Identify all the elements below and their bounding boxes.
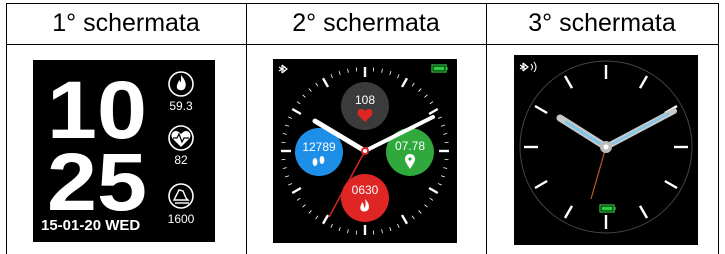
minute-tick (302, 94, 306, 98)
distance-value: 07.78 (395, 139, 425, 153)
hour-tick (428, 107, 439, 116)
minute-tick (418, 210, 422, 214)
minute-tick (381, 68, 383, 73)
battery-icon (599, 204, 616, 213)
heart-rate-icon (168, 125, 194, 151)
minute-tick (338, 70, 341, 76)
minute-tick (411, 82, 415, 87)
table-header-divider (6, 44, 718, 45)
minute-tick (284, 175, 290, 178)
calories-value: 0630 (352, 183, 379, 197)
heart-rate-value: 108 (355, 93, 375, 107)
date-label: 15-01-20 WED (41, 217, 140, 234)
minute-tick (308, 88, 312, 92)
minute-tick (381, 229, 383, 234)
minute-tick (411, 215, 415, 220)
minute-tick (429, 197, 434, 201)
heart-rate-value: 82 (174, 153, 188, 167)
heart-rate-complication: 108 (341, 82, 389, 130)
hour-tick (563, 205, 574, 219)
minute-tick (347, 68, 349, 73)
minute-tick (440, 124, 446, 127)
hour-tick (321, 214, 330, 225)
minute-tick (338, 226, 341, 232)
steps-value: 12789 (302, 140, 336, 154)
hour-tick (321, 77, 330, 88)
minute-tick (296, 101, 301, 105)
watch-screen-2: 108 12789 07.78 0630 (273, 59, 457, 243)
minute-tick (315, 82, 319, 87)
minute-tick (443, 133, 448, 135)
hour-tick (563, 75, 574, 89)
minute-tick (424, 204, 428, 208)
watch-screen-1: 10 25 15-01-20 WED 59.3 82 1600 (33, 60, 215, 242)
bluetooth-icon (278, 64, 288, 74)
hour-tick (400, 77, 409, 88)
minute-tick (282, 167, 287, 169)
minute-tick (315, 215, 319, 220)
hour-tick (400, 214, 409, 225)
bluetooth-icon (519, 61, 537, 73)
minute-tick (347, 229, 349, 234)
minute-tick (429, 101, 434, 105)
steps-icon (168, 183, 194, 209)
minute-tick (288, 116, 293, 119)
minute-tick (302, 204, 306, 208)
minute-tick (330, 74, 333, 79)
time-minute: 25 (47, 137, 147, 228)
battery-icon (431, 64, 448, 73)
header-screen-1: 1° schermata (52, 8, 200, 37)
hour-tick (428, 186, 439, 195)
hour-tick (638, 205, 649, 219)
hour-tick (534, 104, 548, 115)
hour-tick (638, 75, 649, 89)
minute-tick (440, 175, 446, 178)
minute-tick (288, 183, 293, 186)
minute-tick (397, 74, 400, 79)
watch-screen-3 (514, 55, 698, 245)
header-screen-2: 2° schermata (292, 8, 440, 37)
minute-tick (330, 223, 333, 228)
minute-tick (437, 116, 442, 119)
minute-tick (308, 210, 312, 214)
hour-tick (291, 107, 302, 116)
flame-icon (168, 71, 194, 97)
minute-tick (418, 88, 422, 92)
minute-tick (424, 94, 428, 98)
header-screen-3: 3° schermata (528, 8, 676, 37)
minute-tick (296, 197, 301, 201)
minute-tick (284, 124, 290, 127)
hour-tick (664, 179, 678, 190)
minute-tick (443, 167, 448, 169)
minute-tick (389, 70, 392, 76)
minute-tick (397, 223, 400, 228)
hour-tick (291, 186, 302, 195)
minute-tick (282, 133, 287, 135)
minute-tick (389, 226, 392, 232)
clock-hands (556, 108, 677, 200)
calories-value: 59.3 (169, 99, 193, 113)
steps-value: 1600 (168, 212, 195, 226)
minute-tick (437, 183, 442, 186)
table-right-border (718, 3, 719, 254)
hour-tick (534, 179, 548, 190)
